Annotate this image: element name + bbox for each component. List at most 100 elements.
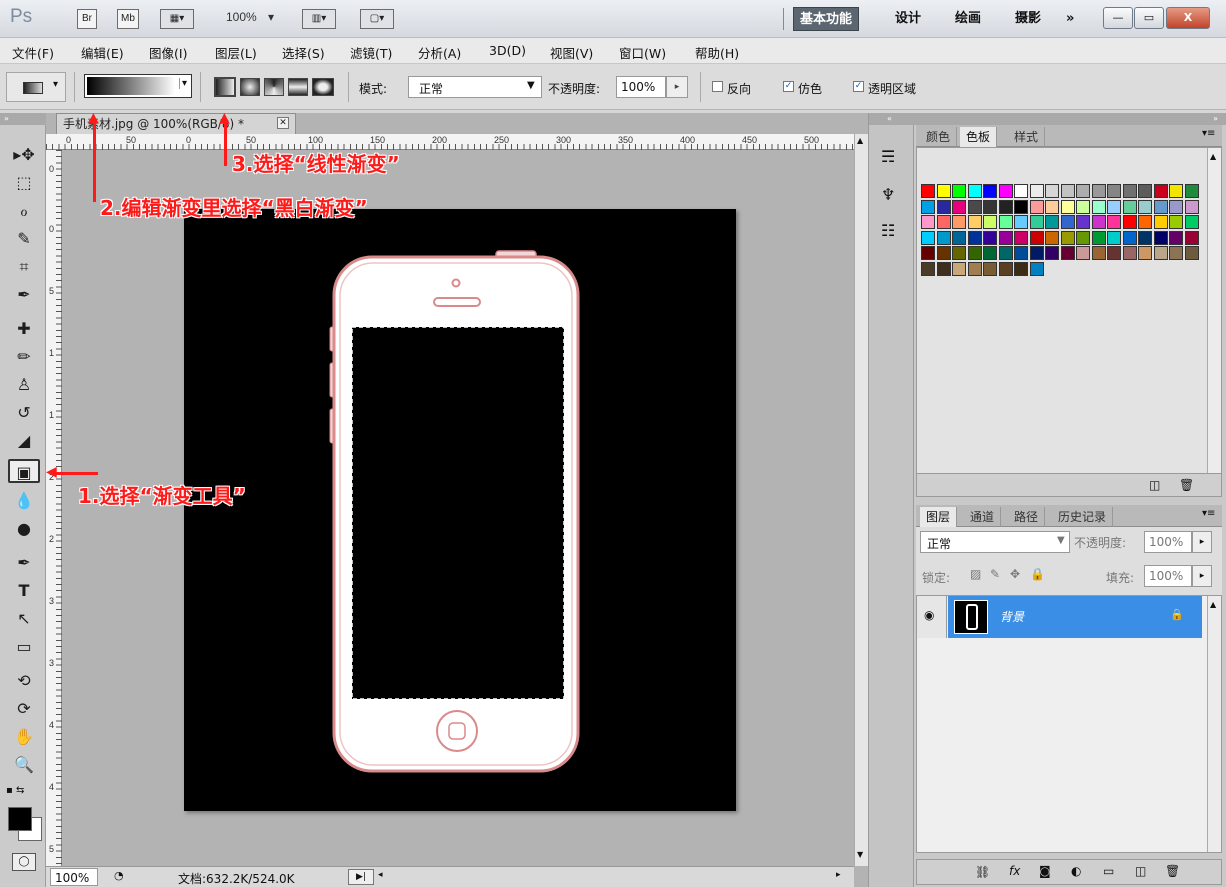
color-swatch[interactable] [936,215,951,229]
scroll-up-icon[interactable]: ▲ [1210,600,1216,609]
eyedropper-tool-icon[interactable]: ✒ [8,283,40,307]
color-swatch[interactable] [952,199,966,214]
color-swatch[interactable] [952,246,966,260]
color-swatch[interactable] [967,199,982,214]
color-swatch[interactable] [983,261,997,276]
menu-view[interactable]: 视图(V) [550,43,593,62]
crop-tool-icon[interactable]: ⌗ [8,255,40,279]
color-swatch[interactable] [1091,215,1106,229]
adjustments-icon[interactable]: ☴ [881,147,895,166]
blend-mode-select[interactable]: 正常 ▼ [920,531,1070,553]
foreground-color-swatch[interactable] [8,807,32,831]
dither-checkbox[interactable]: ✓ [783,81,794,92]
marquee-tool-icon[interactable]: ⬚ [8,171,40,195]
menu-edit[interactable]: 编辑(E) [81,43,124,62]
color-swatch[interactable] [967,184,982,198]
color-swatch[interactable] [1045,246,1059,260]
status-icon[interactable]: ◔ [114,869,124,882]
3d-orbit-tool-icon[interactable]: ⟳ [8,697,40,721]
color-swatch[interactable] [1138,230,1152,245]
zoom-field[interactable]: 100% [50,868,98,886]
fx-icon[interactable]: fx [1009,864,1020,878]
color-swatch[interactable] [1091,246,1106,260]
color-swatch[interactable] [1045,184,1059,198]
color-swatch[interactable] [967,230,982,245]
fill-slider-button[interactable]: ▸ [1192,565,1212,587]
lock-all-icon[interactable]: 🔒 [1030,567,1045,581]
link-layers-icon[interactable]: ⛓ [975,865,990,879]
color-swatch[interactable] [1014,246,1028,260]
color-swatch[interactable] [921,215,935,229]
color-swatch[interactable] [1091,230,1106,245]
quick-select-tool-icon[interactable]: ✎ [8,227,40,251]
workspace-photography[interactable]: 摄影 [1009,7,1047,31]
color-swatch[interactable] [998,261,1013,276]
color-swatch[interactable] [1138,246,1152,260]
color-swatch[interactable] [1184,215,1199,229]
dodge-tool-icon[interactable]: ● [8,517,40,541]
bridge-button[interactable]: Br [77,9,97,29]
pen-tool-icon[interactable]: ✒ [8,551,40,575]
color-swatch[interactable] [983,215,997,229]
stamp-tool-icon[interactable]: ♙ [8,373,40,397]
color-swatch[interactable] [936,261,951,276]
swatch-scrollbar[interactable]: ▲ ▼ [1207,148,1221,494]
tab-color[interactable]: 颜色 [920,127,958,147]
fill-input[interactable]: 100% [1144,565,1192,587]
color-swatch[interactable] [1060,230,1075,245]
color-swatch[interactable] [1060,199,1075,214]
color-swatch[interactable] [921,246,935,260]
color-swatch[interactable] [1107,230,1121,245]
color-swatch[interactable] [1060,184,1075,198]
color-swatch[interactable] [1029,246,1044,260]
color-swatch[interactable] [1153,199,1168,214]
color-swatch[interactable] [1153,230,1168,245]
color-swatch[interactable] [936,199,951,214]
color-swatch[interactable] [967,246,982,260]
color-swatch[interactable] [1060,246,1075,260]
tab-styles[interactable]: 样式 [1008,127,1046,147]
scroll-up-icon[interactable]: ▲ [857,136,863,145]
layers-scrollbar[interactable]: ▲ [1207,596,1221,852]
dock-collapse-icon[interactable]: « [869,113,915,125]
menu-layer[interactable]: 图层(L) [215,43,257,62]
color-swatch[interactable] [1138,215,1152,229]
color-swatch[interactable] [921,230,935,245]
color-swatch[interactable] [921,199,935,214]
color-swatch[interactable] [1153,184,1168,198]
tab-channels[interactable]: 通道 [964,507,1002,527]
color-swatch[interactable] [1014,199,1028,214]
color-swatch[interactable] [1169,230,1183,245]
panel-menu-icon[interactable]: ▾≡ [1202,508,1215,519]
color-swatch[interactable] [998,215,1013,229]
zoom-level[interactable]: 100% [226,10,257,24]
color-swatch[interactable] [952,230,966,245]
color-swatch[interactable] [998,199,1013,214]
color-swatch[interactable] [1014,230,1028,245]
color-swatch[interactable] [1014,261,1028,276]
color-swatch[interactable] [1169,184,1183,198]
quick-mask-icon[interactable]: ◯ [12,853,36,871]
type-tool-icon[interactable]: T [8,579,40,603]
color-swatch[interactable] [998,230,1013,245]
color-swatch[interactable] [1029,215,1044,229]
lock-position-icon[interactable]: ✥ [1010,567,1020,581]
color-swatch[interactable] [1107,184,1121,198]
color-swatch[interactable] [936,246,951,260]
color-swatch[interactable] [1029,230,1044,245]
new-swatch-icon[interactable]: ◫ [1149,478,1160,492]
reflected-gradient-button[interactable] [288,78,308,96]
color-swatch[interactable] [967,261,982,276]
restore-button[interactable]: ▭ [1134,7,1164,29]
layer-opacity-slider-button[interactable]: ▸ [1192,531,1212,553]
color-swatch[interactable] [1122,184,1137,198]
arrange-documents-button[interactable]: ▥▾ [302,9,336,29]
chevron-down-icon[interactable]: ▾ [179,78,187,89]
menu-window[interactable]: 窗口(W) [619,43,666,62]
menu-3d[interactable]: 3D(D) [489,43,526,58]
delete-icon[interactable]: 🗑 [1179,478,1194,492]
toolbox-collapse-icon[interactable]: » [0,113,46,125]
screen-mode-button[interactable]: ▢▾ [360,9,394,29]
color-swatch[interactable] [1060,215,1075,229]
panels-collapse-icon[interactable]: » [914,113,1226,125]
